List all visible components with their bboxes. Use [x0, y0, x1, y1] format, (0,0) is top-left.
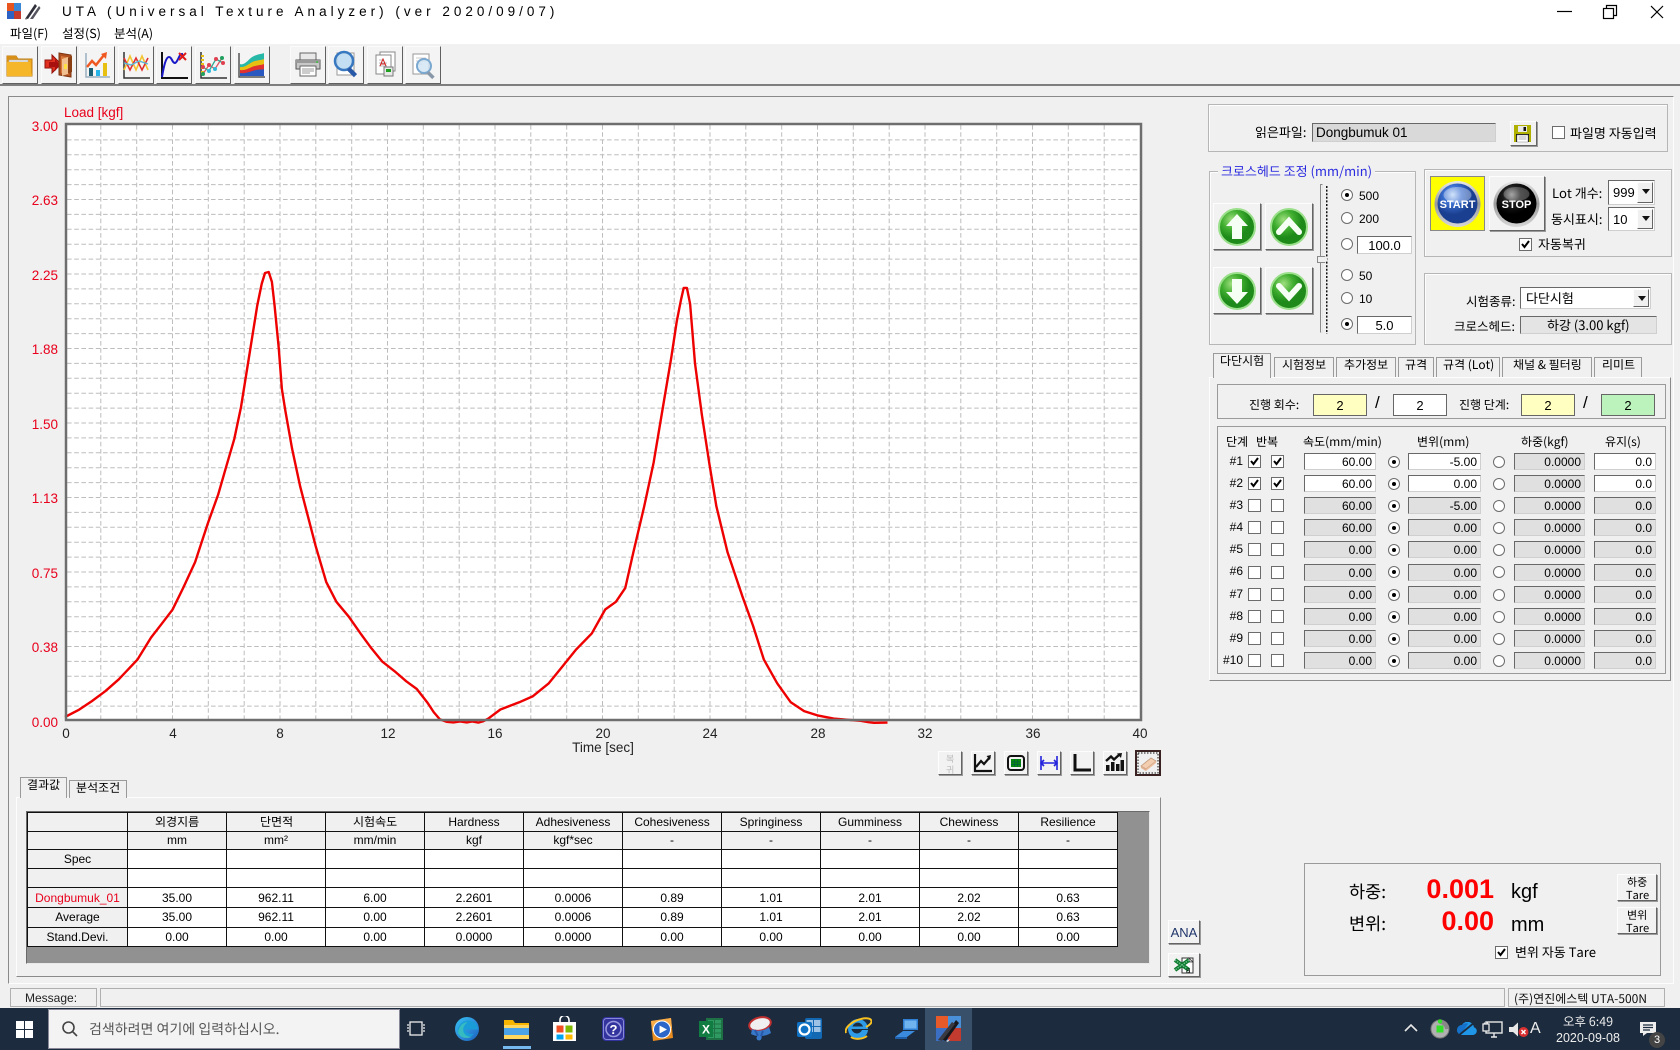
svg-text:X: X — [702, 1023, 710, 1037]
svg-text:START: START — [1440, 199, 1476, 211]
svg-text:?: ? — [610, 1022, 618, 1037]
svg-text:a: a — [1186, 966, 1191, 975]
